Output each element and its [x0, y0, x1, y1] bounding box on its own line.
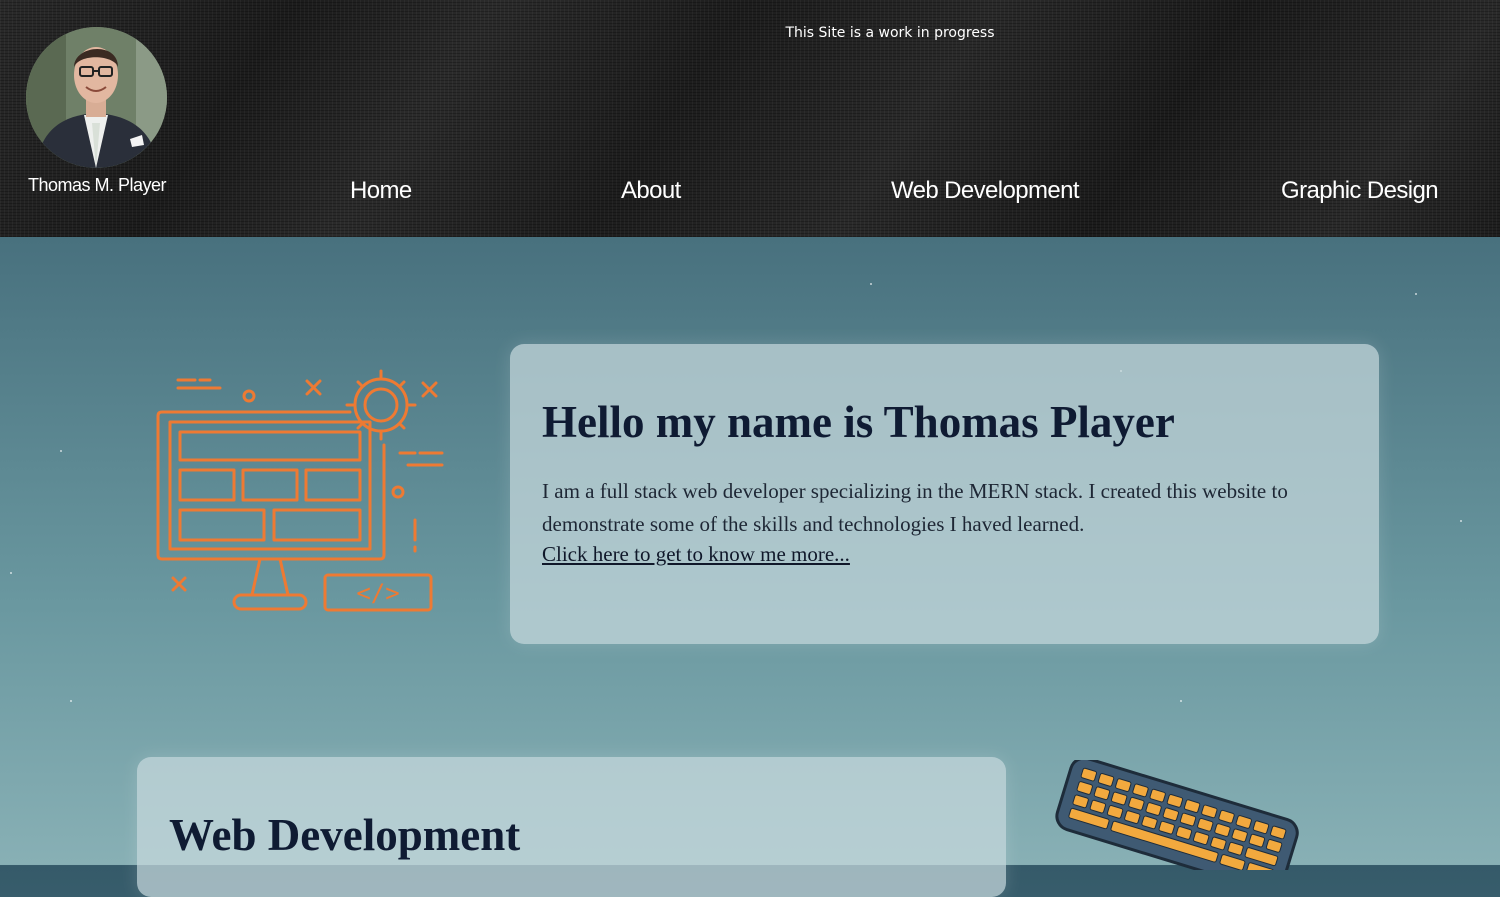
web-development-monitor-icon: </> [156, 369, 444, 612]
keyboard-illustration-icon [1055, 760, 1299, 870]
star [1415, 293, 1417, 295]
nav-web-development[interactable]: Web Development [891, 177, 1080, 205]
intro-text: I am a full stack web developer speciali… [542, 479, 1288, 536]
star [10, 572, 12, 574]
avatar[interactable] [26, 27, 167, 168]
about-me-link[interactable]: Click here to get to know me more... [542, 542, 850, 567]
profile-photo-icon [26, 27, 167, 168]
web-development-card: Web Development [137, 757, 1006, 897]
nav-about[interactable]: About [621, 177, 681, 205]
work-in-progress-banner: This Site is a work in progress [785, 25, 995, 41]
star [70, 700, 72, 702]
intro-title: Hello my name is Thomas Player [542, 397, 1175, 447]
nav-graphic-design[interactable]: Graphic Design [1281, 177, 1439, 205]
owner-name: Thomas M. Player [27, 175, 167, 195]
star [1180, 700, 1182, 702]
star [870, 283, 872, 285]
star [1460, 520, 1462, 522]
intro-card: Hello my name is Thomas Player I am a fu… [510, 344, 1379, 644]
site-header: Thomas M. Player This Site is a work in … [0, 0, 1500, 237]
nav-home[interactable]: Home [350, 177, 412, 205]
code-tag-label: </> [356, 579, 399, 607]
star [60, 450, 62, 452]
web-development-title: Web Development [169, 810, 521, 860]
